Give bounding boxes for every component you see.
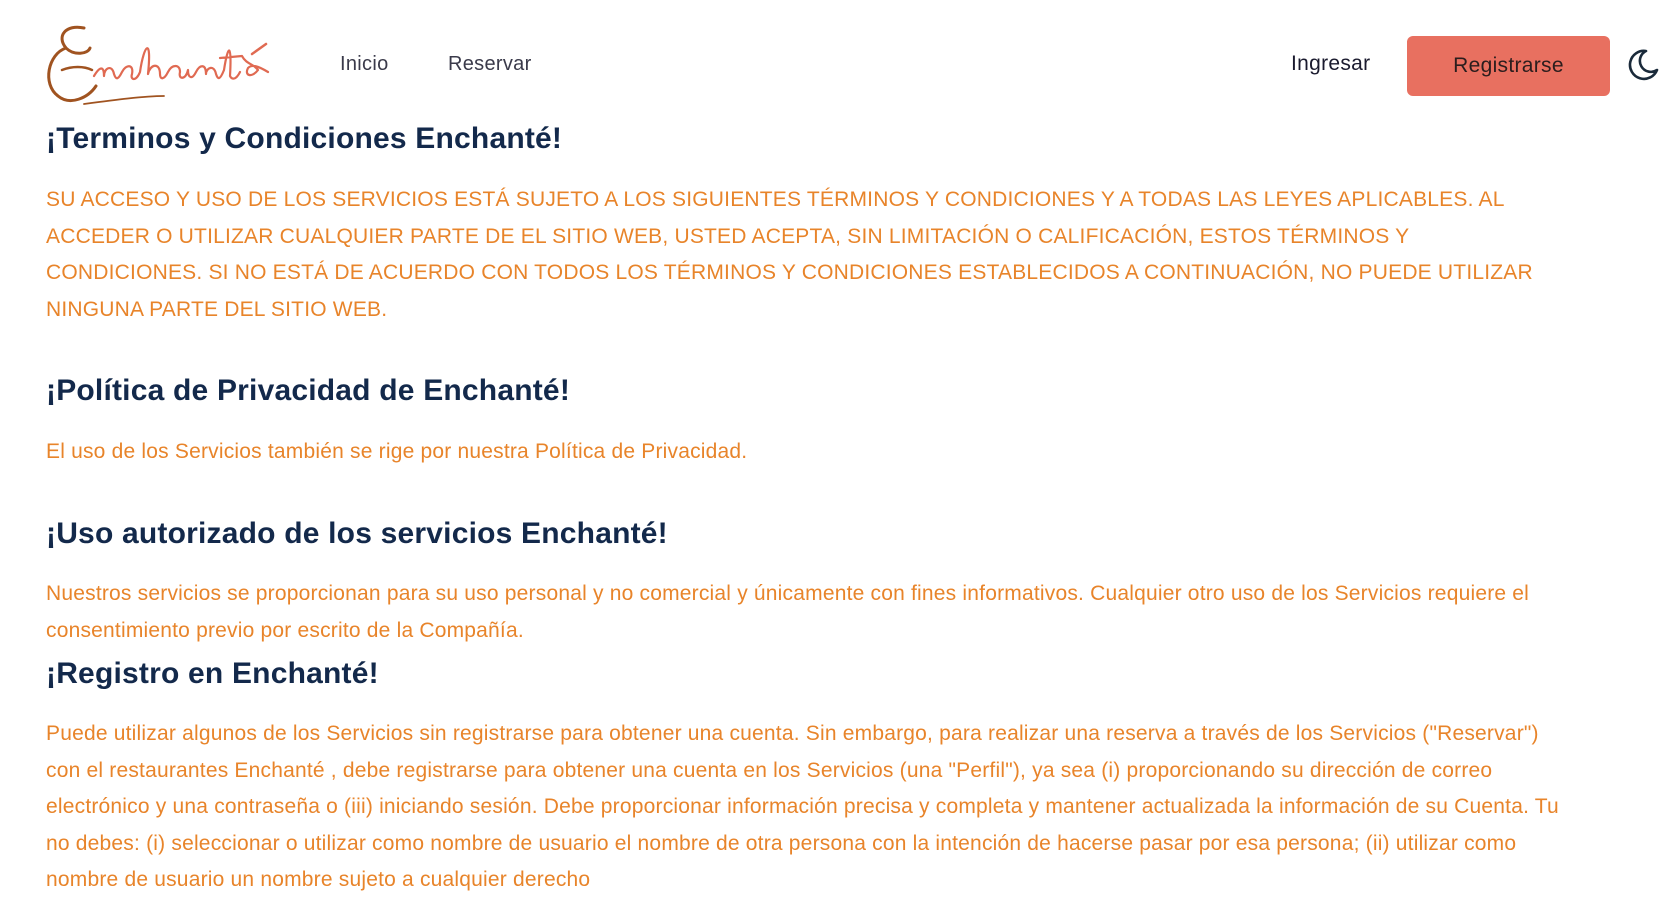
moon-icon [1628, 49, 1659, 81]
section-title-privacidad: ¡Política de Privacidad de Enchanté! [46, 374, 571, 407]
section-text-terminos: SU ACCESO Y USO DE LOS SERVICIOS ESTÁ SU… [46, 188, 1533, 321]
brand-logo[interactable] [44, 14, 299, 114]
register-button-label: Registrarse [1453, 54, 1564, 77]
register-button[interactable]: Registrarse [1407, 36, 1610, 96]
top-navbar: Inicio Reservar Ingresar Registrarse [0, 0, 1669, 120]
logo-script-icon [47, 25, 270, 105]
section-title-registro: ¡Registro en Enchanté! [46, 657, 379, 690]
login-link[interactable]: Ingresar [1291, 52, 1370, 76]
theme-toggle-button[interactable] [1626, 48, 1660, 82]
section-text-privacidad: El uso de los Servicios también se rige … [46, 440, 748, 463]
section-text-registro: Puede utilizar algunos de los Servicios … [46, 722, 1559, 891]
section-text-uso-autorizado: Nuestros servicios se proporcionan para … [46, 582, 1530, 642]
nav-link-reservar[interactable]: Reservar [448, 53, 532, 76]
nav-link-inicio[interactable]: Inicio [340, 53, 389, 76]
section-title-terminos: ¡Terminos y Condiciones Enchanté! [46, 122, 563, 155]
section-title-uso-autorizado: ¡Uso autorizado de los servicios Enchant… [46, 517, 668, 550]
